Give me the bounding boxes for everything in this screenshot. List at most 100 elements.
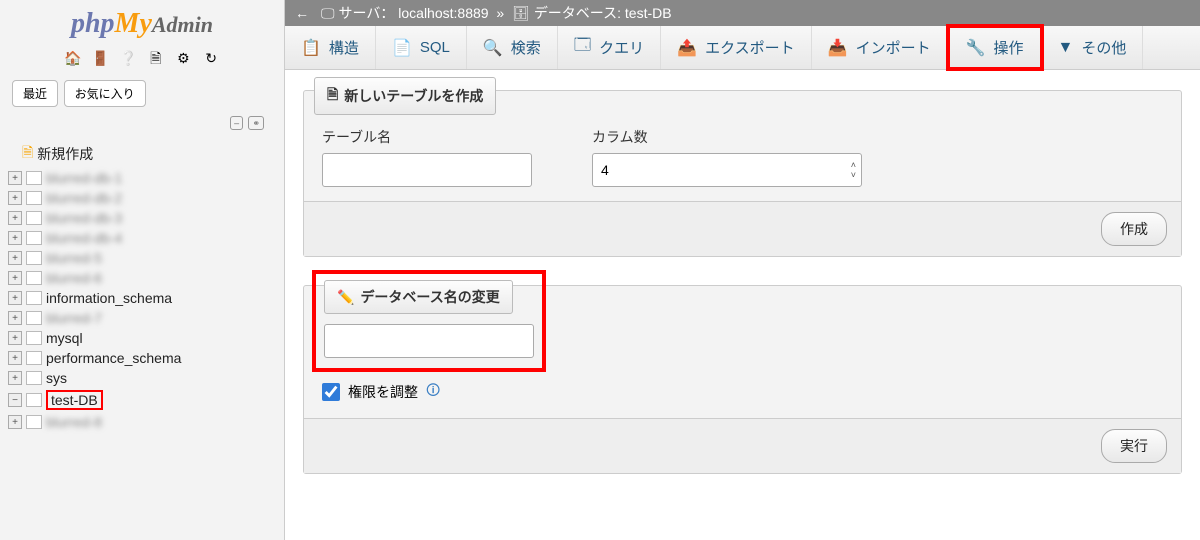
tab-structure-label: 構造 <box>329 37 359 58</box>
expand-icon[interactable]: + <box>8 371 22 385</box>
expand-icon[interactable]: + <box>8 311 22 325</box>
expand-icon[interactable]: + <box>8 291 22 305</box>
expand-icon[interactable]: + <box>8 415 22 429</box>
reload-icon[interactable]: ↻ <box>202 50 220 68</box>
database-icon <box>26 351 42 365</box>
database-icon: 🗄 <box>512 5 530 22</box>
columns-label: カラム数 <box>592 127 862 147</box>
home-icon[interactable]: 🏠 <box>64 50 82 68</box>
rename-db-legend: ✏️ データベース名の変更 <box>324 280 513 314</box>
export-icon: 📤 <box>677 38 697 58</box>
tree-item[interactable]: + sys <box>8 368 276 388</box>
tree-item[interactable]: + performance_schema <box>8 348 276 368</box>
tree-item-label: sys <box>46 370 67 386</box>
create-table-legend-label: 新しいテーブルを作成 <box>344 86 483 106</box>
recent-button[interactable]: 最近 <box>12 80 58 107</box>
tab-export[interactable]: 📤エクスポート <box>661 26 811 69</box>
create-table-button[interactable]: 作成 <box>1101 212 1167 246</box>
tab-more[interactable]: ▼その他 <box>1042 26 1144 69</box>
tree-item-label: blurred-db-4 <box>46 230 122 246</box>
query-icon: 🗔 <box>574 34 591 61</box>
expand-icon[interactable]: + <box>8 251 22 265</box>
expand-icon[interactable]: + <box>8 271 22 285</box>
chevron-down-icon: ▼ <box>1058 39 1074 57</box>
import-icon: 📥 <box>828 38 848 58</box>
tree-item-label: information_schema <box>46 290 172 306</box>
link-icon[interactable]: ⚭ <box>248 116 264 130</box>
tree-item[interactable]: +mysql <box>8 328 276 348</box>
logo[interactable]: phpMyAdmin <box>0 0 284 44</box>
recent-tabs: 最近 お気に入り <box>0 76 284 111</box>
tab-structure[interactable]: 📋構造 <box>285 26 376 69</box>
expand-icon[interactable]: + <box>8 231 22 245</box>
database-icon <box>26 393 42 407</box>
expand-icon[interactable]: + <box>8 171 22 185</box>
tree-item[interactable]: + information_schema <box>8 288 276 308</box>
db-value[interactable]: test-DB <box>625 5 672 21</box>
tree-new-label: 新規作成 <box>37 144 93 164</box>
toolbar-icons: 🏠 🚪 ❔ 🗎 ⚙ ↻ <box>0 44 284 76</box>
database-icon <box>26 171 42 185</box>
tree-item[interactable]: + blurred-8 <box>8 412 276 432</box>
tree-item-label: blurred-6 <box>46 270 102 286</box>
tree-item[interactable]: + blurred-6 <box>8 268 276 288</box>
tab-search[interactable]: 🔍検索 <box>467 26 558 69</box>
breadcrumb-bar: ← 🖵 サーバ： localhost:8889 » 🗄 データベース: test… <box>285 0 1200 26</box>
adjust-privileges-checkbox[interactable] <box>322 383 340 401</box>
expand-icon[interactable]: + <box>8 351 22 365</box>
tree-item[interactable]: + blurred-db-4 <box>8 228 276 248</box>
rename-db-button[interactable]: 実行 <box>1101 429 1167 463</box>
database-icon <box>26 415 42 429</box>
logout-icon[interactable]: 🚪 <box>92 50 110 68</box>
tree-item-label: blurred-8 <box>46 414 102 430</box>
tree-new[interactable]: 🗎 新規作成 <box>8 140 276 168</box>
logo-part-my: My <box>115 8 152 39</box>
tree-item[interactable]: +blurred-db-2 <box>8 188 276 208</box>
tree-item[interactable]: +blurred-db-3 <box>8 208 276 228</box>
database-icon <box>26 251 42 265</box>
content-area: 🗎 新しいテーブルを作成 テーブル名 カラム数 ˄˅ <box>285 70 1200 522</box>
tree-item-label: blurred-db-1 <box>46 170 122 186</box>
favorites-button[interactable]: お気に入り <box>64 80 146 107</box>
columns-spinner[interactable]: ˄˅ <box>851 153 856 187</box>
tab-sql-label: SQL <box>420 39 450 56</box>
tree-item-label: blurred-7 <box>46 310 102 326</box>
expand-icon[interactable]: + <box>8 191 22 205</box>
columns-field: カラム数 ˄˅ <box>592 127 862 187</box>
database-icon <box>26 331 42 345</box>
chevron-up-icon[interactable]: ˄ <box>851 160 856 170</box>
database-icon <box>26 211 42 225</box>
tree-item[interactable]: + blurred-7 <box>8 308 276 328</box>
tab-import[interactable]: 📥インポート <box>812 26 948 69</box>
tab-sql[interactable]: 📄SQL <box>376 26 467 69</box>
tree-item[interactable]: −test-DB <box>8 388 276 412</box>
adjust-privileges-label: 権限を調整 <box>348 382 418 402</box>
chevron-down-icon[interactable]: ˅ <box>851 170 856 180</box>
tab-bar: 📋構造 📄SQL 🔍検索 🗔クエリ 📤エクスポート 📥インポート 🔧操作 ▼その… <box>285 26 1200 70</box>
server-value[interactable]: localhost:8889 <box>398 5 488 21</box>
expand-icon[interactable]: + <box>8 211 22 225</box>
help-icon[interactable]: 🛈 <box>426 380 440 404</box>
columns-input[interactable] <box>592 153 862 187</box>
tree-item[interactable]: + blurred-db-1 <box>8 168 276 188</box>
back-icon[interactable]: ← <box>295 5 309 21</box>
tab-operations[interactable]: 🔧操作 <box>946 24 1044 71</box>
main: ← 🖵 サーバ： localhost:8889 » 🗄 データベース: test… <box>285 0 1200 540</box>
collapse-all-icon[interactable]: – <box>230 116 243 130</box>
tree-item[interactable]: +blurred-5 <box>8 248 276 268</box>
expand-icon[interactable]: + <box>8 331 22 345</box>
tab-query[interactable]: 🗔クエリ <box>558 26 661 69</box>
expand-icon[interactable]: − <box>8 393 22 407</box>
tree-item-label: performance_schema <box>46 350 181 366</box>
docs-icon[interactable]: ❔ <box>119 50 137 68</box>
create-table-legend: 🗎 新しいテーブルを作成 <box>314 77 496 115</box>
gear-icon[interactable]: ⚙ <box>174 50 192 68</box>
database-icon <box>26 191 42 205</box>
sql-icon[interactable]: 🗎 <box>147 48 165 66</box>
table-name-input[interactable] <box>322 153 532 187</box>
rename-highlight-group: ✏️ データベース名の変更 <box>312 270 546 372</box>
rename-db-input[interactable] <box>324 324 534 358</box>
create-table-panel: 🗎 新しいテーブルを作成 テーブル名 カラム数 ˄˅ <box>303 90 1182 257</box>
rename-db-legend-label: データベース名の変更 <box>360 287 499 307</box>
search-icon: 🔍 <box>483 38 503 58</box>
